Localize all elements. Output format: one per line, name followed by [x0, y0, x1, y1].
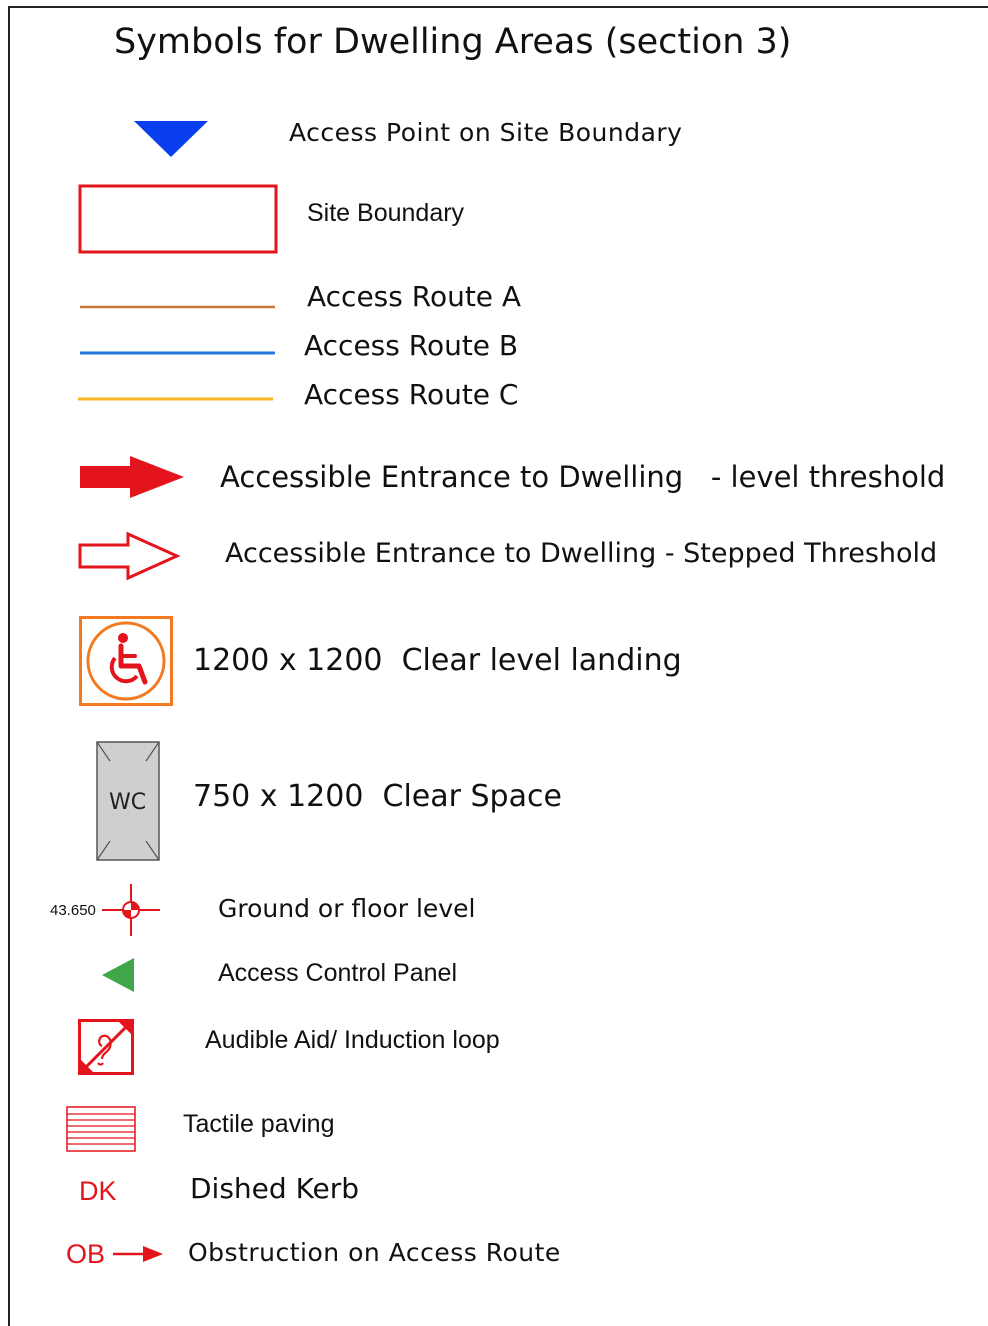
control-panel-icon: [102, 958, 134, 992]
label-landing: 1200 x 1200 Clear level landing: [193, 643, 682, 678]
route-c-line: [78, 397, 273, 401]
obstruction-arrow-icon: [113, 1246, 163, 1262]
entrance-stepped-arrow-icon: [78, 531, 180, 581]
level-marker-icon: [102, 884, 160, 936]
label-entrance-stepped: Accessible Entrance to Dwelling - Steppe…: [225, 538, 938, 569]
route-b-line: [80, 351, 275, 355]
induction-loop-icon: [78, 1019, 134, 1075]
label-ground-level: Ground or floor level: [218, 894, 476, 923]
label-site-boundary: Site Boundary: [307, 199, 465, 227]
access-point-icon: [134, 121, 208, 157]
label-tactile: Tactile paving: [183, 1110, 335, 1138]
label-control-panel: Access Control Panel: [218, 959, 458, 987]
tactile-paving-icon: [66, 1106, 136, 1152]
label-route-b: Access Route B: [304, 329, 519, 362]
entrance-level-arrow-icon: [80, 456, 184, 498]
label-entrance-level: Accessible Entrance to Dwelling - level …: [220, 460, 946, 494]
route-a-line: [80, 305, 275, 309]
label-access-point: Access Point on Site Boundary: [289, 118, 683, 147]
ob-code: OB: [66, 1239, 106, 1269]
label-obstruction: Obstruction on Access Route: [188, 1238, 561, 1267]
label-audible-aid: Audible Aid/ Induction loop: [205, 1026, 500, 1054]
label-dished-kerb: Dished Kerb: [190, 1172, 360, 1205]
label-clear-space: 750 x 1200 Clear Space: [193, 779, 562, 814]
level-value: 43.650: [50, 902, 96, 919]
wc-label: WC: [109, 790, 147, 815]
wheelchair-landing-icon: [79, 616, 173, 706]
label-route-a: Access Route A: [307, 280, 522, 313]
label-route-c: Access Route C: [304, 378, 519, 411]
legend-title: Symbols for Dwelling Areas (section 3): [114, 22, 792, 62]
dk-code: DK: [79, 1176, 117, 1206]
site-boundary-icon: [78, 184, 278, 254]
